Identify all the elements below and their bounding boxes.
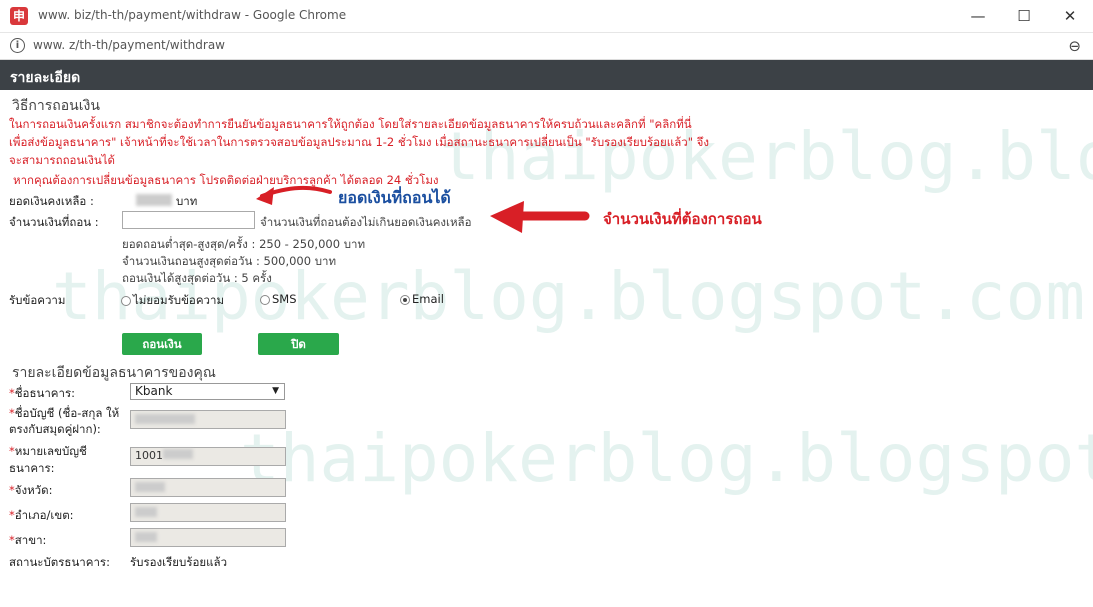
district-label: *อำเภอ/เขต: [9, 507, 74, 525]
district-label-text: อำเภอ/เขต: [14, 508, 74, 522]
province-input[interactable] [130, 478, 286, 497]
bank-section-title: รายละเอียดข้อมูลธนาคารของคุณ [12, 365, 216, 381]
status-value: รับรองเรียบร้อยแล้ว [130, 555, 228, 569]
province-label-text: จังหวัด: [14, 483, 53, 497]
branch-input[interactable] [130, 528, 286, 547]
arrow-amount-head [490, 201, 524, 233]
branch-label: *สาขา: [9, 532, 46, 550]
account-name-redacted [135, 414, 195, 424]
province-label: *จังหวัด: [9, 482, 52, 500]
account-no-label-2: ธนาคาร: [9, 461, 55, 475]
branch-redacted [135, 532, 157, 542]
branch-label-text: สาขา: [14, 533, 47, 547]
balance-annotation: ยอดเงินที่ถอนได้ [338, 188, 451, 207]
account-name-label-text: ชื่อบัญชี (ชื่อ-สกุล ให้ [14, 406, 120, 420]
bank-name-label-text: ชื่อธนาคาร: [14, 386, 76, 400]
account-name-label-2: ตรงกับสมุดคู่ฝาก): [9, 422, 101, 436]
account-no-label-text: หมายเลขบัญชี [14, 444, 87, 458]
bank-name-label: *ชื่อธนาคาร: [9, 385, 75, 403]
account-no-value: 1001 [135, 449, 163, 462]
chevron-down-icon: ▼ [272, 386, 279, 396]
district-redacted [135, 507, 157, 517]
account-no-input[interactable]: 1001 [130, 447, 286, 466]
status-label: สถานะบัตรธนาคาร: [9, 555, 110, 569]
province-redacted [135, 482, 165, 492]
arrow-balance-head [256, 187, 274, 205]
district-input[interactable] [130, 503, 286, 522]
bank-name-value: Kbank [135, 384, 173, 398]
account-no-label-1: *หมายเลขบัญชี [9, 443, 87, 461]
account-name-input[interactable] [130, 410, 286, 429]
bank-name-select[interactable]: Kbank ▼ [130, 383, 285, 400]
account-no-redacted [163, 449, 193, 459]
amount-annotation: จำนวนเงินที่ต้องการถอน [603, 210, 762, 228]
